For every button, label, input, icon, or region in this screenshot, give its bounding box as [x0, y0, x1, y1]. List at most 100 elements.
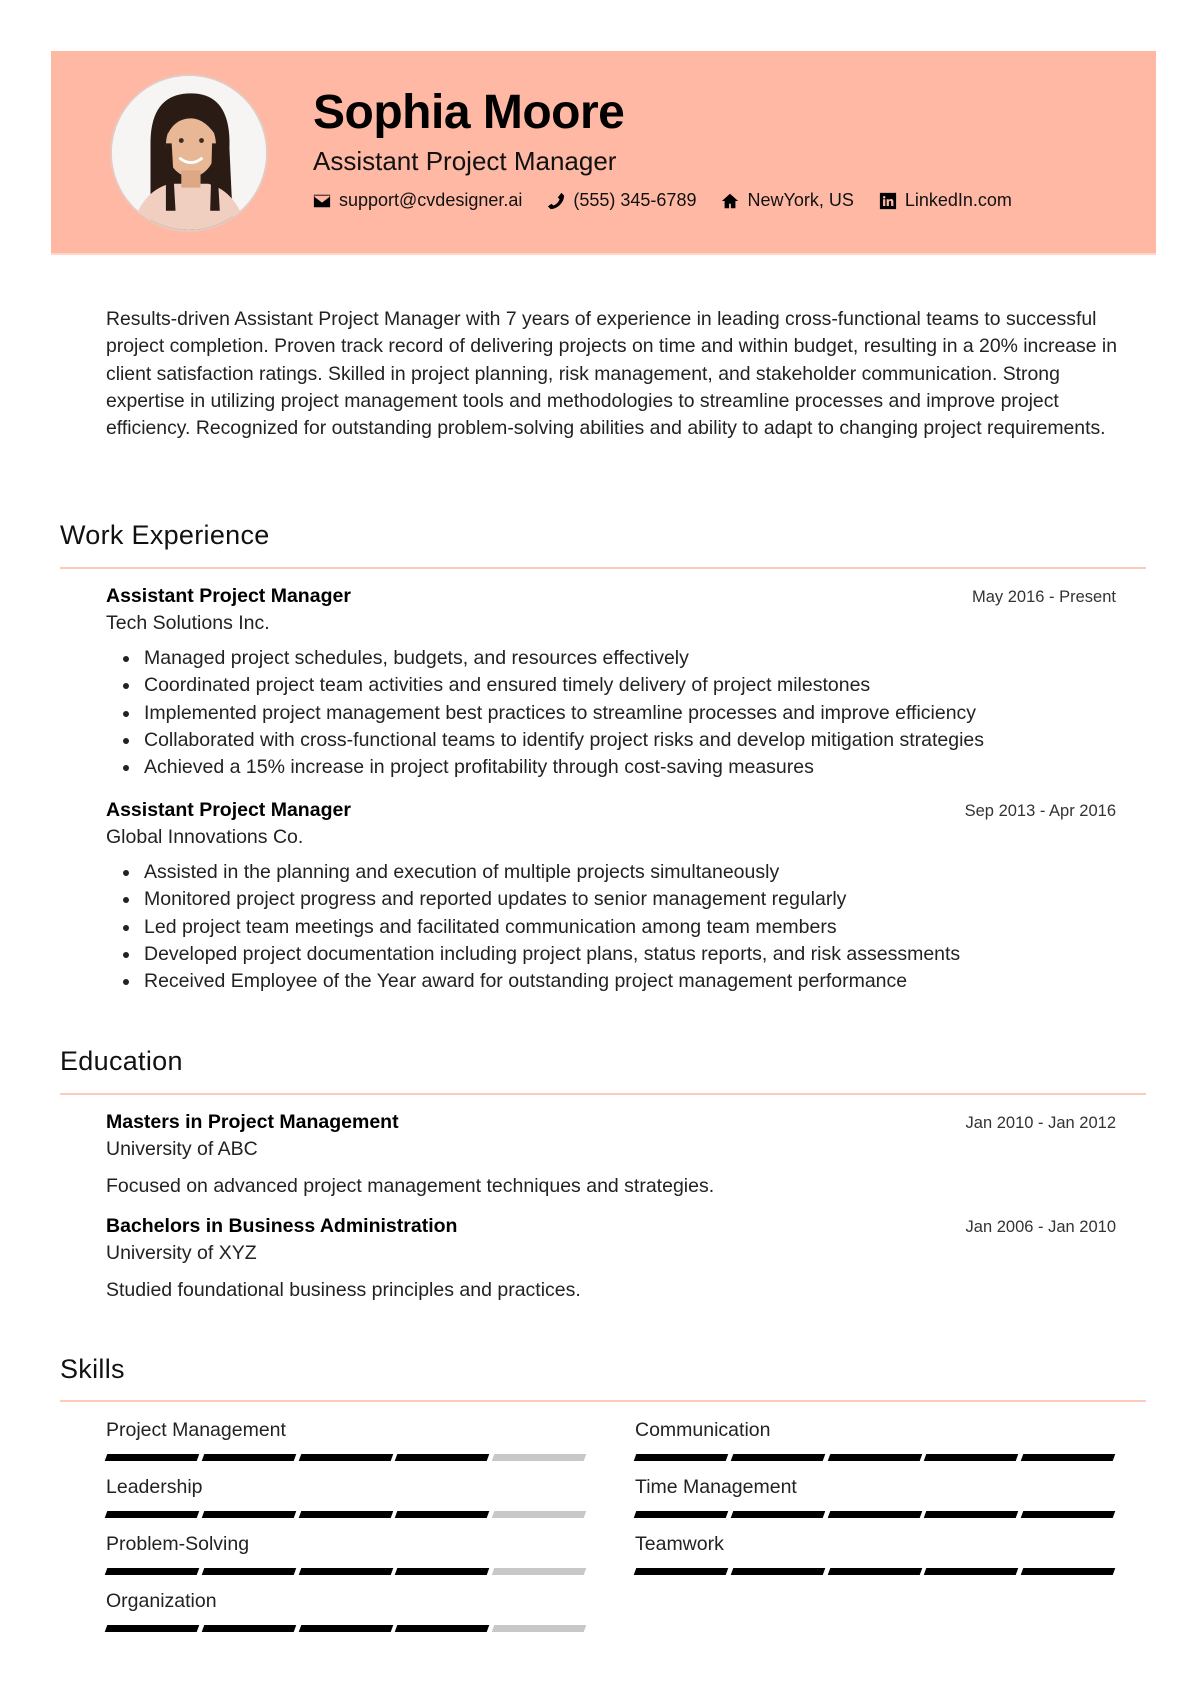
skill-segment-empty — [491, 1568, 587, 1575]
contact-list: support@cvdesigner.ai (555) 345-6789 New… — [313, 190, 1037, 211]
professional-summary: Results-driven Assistant Project Manager… — [106, 308, 1118, 440]
linkedin-icon — [879, 192, 896, 209]
skill-segment-filled — [298, 1454, 393, 1461]
contact-email[interactable]: support@cvdesigner.ai — [313, 190, 522, 211]
skill-item: Organization — [104, 1590, 590, 1632]
skill-name: Time Management — [635, 1476, 797, 1498]
contact-linkedin[interactable]: LinkedIn.com — [879, 190, 1012, 211]
profile-photo — [112, 76, 266, 230]
skill-level-bar — [104, 1568, 590, 1575]
contact-phone[interactable]: (555) 345-6789 — [547, 190, 696, 211]
skill-segment-filled — [298, 1568, 393, 1575]
education-heading: Education — [60, 1046, 183, 1076]
education-description: Focused on advanced project management t… — [106, 1175, 715, 1197]
skill-segment-filled — [633, 1568, 729, 1575]
degree-name: Masters in Project Management — [106, 1111, 399, 1133]
contact-linkedin-text: LinkedIn.com — [904, 190, 1012, 210]
job-bullet: Led project team meetings and facilitate… — [106, 914, 1116, 941]
skill-segment-filled — [924, 1511, 1019, 1518]
skill-level-bar — [633, 1568, 1119, 1575]
skill-level-bar — [104, 1625, 590, 1632]
skill-segment-empty — [491, 1454, 587, 1461]
skill-level-bar — [633, 1511, 1119, 1518]
skill-segment-filled — [201, 1454, 296, 1461]
job-entry: Assistant Project Manager May 2016 - Pre… — [106, 585, 1116, 781]
skill-name: Problem-Solving — [106, 1533, 250, 1555]
skill-name: Teamwork — [635, 1533, 724, 1555]
skill-item: Teamwork — [633, 1533, 1119, 1575]
skill-segment-filled — [395, 1511, 490, 1518]
contact-phone-text: (555) 345-6789 — [573, 190, 697, 210]
skill-item: Leadership — [104, 1476, 590, 1518]
skill-segment-empty — [491, 1511, 587, 1518]
education-entry: Masters in Project Management Jan 2010 -… — [106, 1111, 1116, 1198]
contact-location: NewYork, US — [721, 190, 854, 211]
skill-segment-filled — [924, 1568, 1019, 1575]
avatar — [110, 74, 268, 232]
job-bullet: Received Employee of the Year award for … — [106, 968, 1116, 995]
skill-segment-empty — [491, 1625, 587, 1632]
section-divider — [60, 567, 1146, 569]
section-divider — [60, 1400, 1146, 1402]
skill-level-bar — [104, 1511, 590, 1518]
candidate-title: Assistant Project Manager — [313, 146, 617, 176]
skill-segment-filled — [201, 1568, 296, 1575]
job-bullet: Assisted in the planning and execution o… — [106, 859, 1116, 886]
skill-segment-filled — [827, 1511, 922, 1518]
school-name: University of ABC — [106, 1138, 258, 1160]
skill-level-bar — [633, 1454, 1119, 1461]
skill-segment-filled — [730, 1568, 825, 1575]
skill-segment-filled — [201, 1625, 296, 1632]
skill-item: Time Management — [633, 1476, 1119, 1518]
job-bullet: Collaborated with cross-functional teams… — [106, 727, 1116, 754]
skill-segment-filled — [1020, 1568, 1116, 1575]
job-dates: Sep 2013 - Apr 2016 — [964, 802, 1116, 820]
skill-segment-filled — [730, 1511, 825, 1518]
skill-segment-filled — [633, 1511, 729, 1518]
skill-segment-filled — [924, 1454, 1019, 1461]
skill-segment-filled — [730, 1454, 825, 1461]
education-dates: Jan 2010 - Jan 2012 — [965, 1114, 1116, 1132]
skill-segment-filled — [201, 1511, 296, 1518]
job-bullet: Managed project schedules, budgets, and … — [106, 645, 1116, 672]
skill-name: Communication — [635, 1419, 771, 1441]
home-icon — [722, 193, 739, 208]
education-dates: Jan 2006 - Jan 2010 — [965, 1218, 1116, 1236]
job-bullet: Monitored project progress and reported … — [106, 886, 1116, 913]
skill-item: Project Management — [104, 1419, 590, 1461]
resume-header: Sophia Moore Assistant Project Manager s… — [51, 51, 1156, 255]
skill-segment-filled — [298, 1511, 393, 1518]
job-bullet: Developed project documentation includin… — [106, 941, 1116, 968]
envelope-icon — [313, 194, 331, 207]
work-experience-heading: Work Experience — [60, 520, 270, 550]
section-divider — [60, 1093, 1146, 1095]
skill-segment-filled — [104, 1454, 200, 1461]
skill-item: Problem-Solving — [104, 1533, 590, 1575]
phone-icon — [548, 192, 565, 209]
candidate-name: Sophia Moore — [313, 86, 625, 139]
skill-segment-filled — [104, 1625, 200, 1632]
education-entry: Bachelors in Business Administration Jan… — [106, 1215, 1116, 1302]
skill-name: Leadership — [106, 1476, 203, 1498]
job-entry: Assistant Project Manager Sep 2013 - Apr… — [106, 799, 1116, 995]
job-bullets: Managed project schedules, budgets, and … — [106, 645, 1116, 781]
job-bullet: Coordinated project team activities and … — [106, 672, 1116, 699]
skill-segment-filled — [298, 1625, 393, 1632]
skill-segment-filled — [104, 1568, 200, 1575]
job-company: Tech Solutions Inc. — [106, 612, 270, 634]
job-bullet: Implemented project management best prac… — [106, 700, 1116, 727]
job-company: Global Innovations Co. — [106, 826, 304, 848]
skill-segment-filled — [104, 1511, 200, 1518]
skill-segment-filled — [633, 1454, 729, 1461]
skill-level-bar — [104, 1454, 590, 1461]
skill-segment-filled — [1020, 1454, 1116, 1461]
skills-heading: Skills — [60, 1354, 125, 1384]
job-bullets: Assisted in the planning and execution o… — [106, 859, 1116, 995]
skill-name: Project Management — [106, 1419, 286, 1441]
skill-segment-filled — [827, 1454, 922, 1461]
contact-email-text: support@cvdesigner.ai — [339, 190, 523, 210]
skill-segment-filled — [395, 1625, 490, 1632]
job-bullet: Achieved a 15% increase in project profi… — [106, 754, 1116, 781]
skill-segment-filled — [395, 1454, 490, 1461]
school-name: University of XYZ — [106, 1242, 257, 1264]
